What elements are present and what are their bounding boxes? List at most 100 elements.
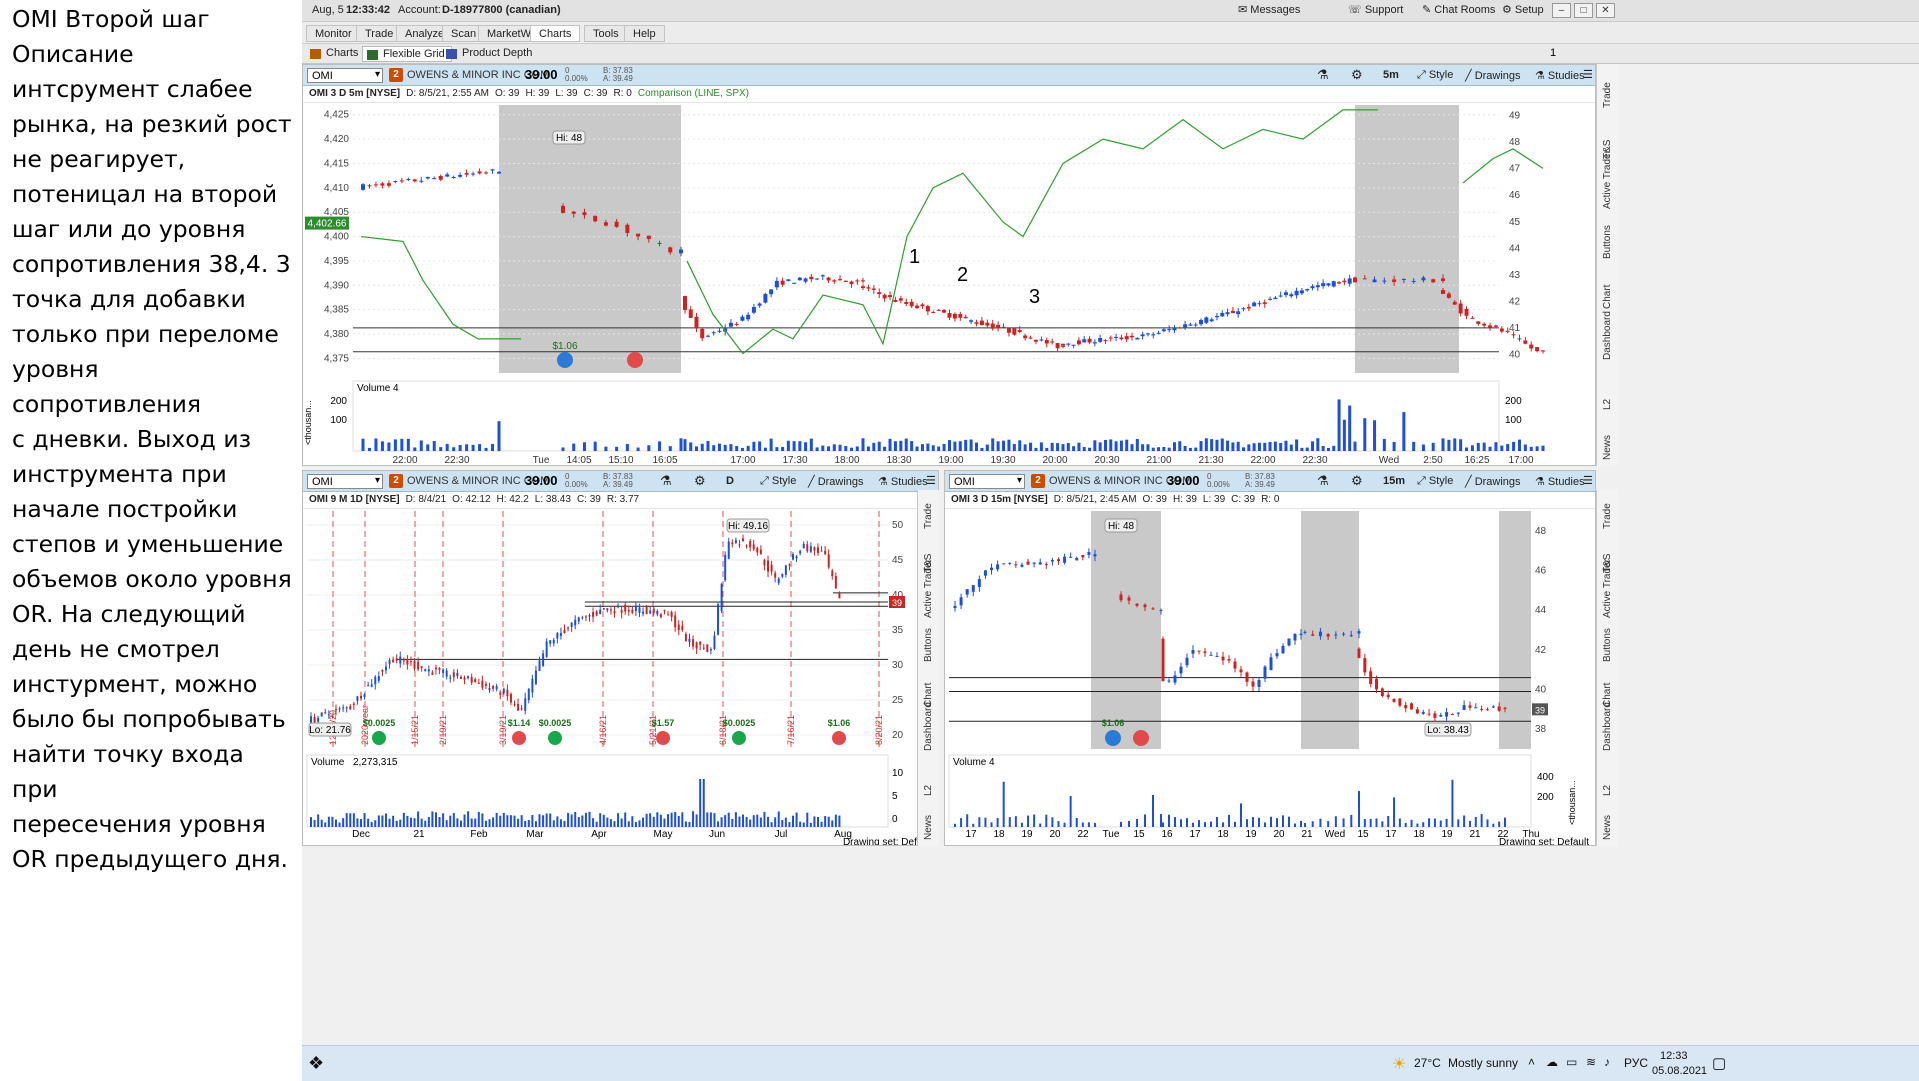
close-icon[interactable]: ✕ [1596, 3, 1615, 18]
daily-chart-svg[interactable]: 5045403530252012/18/202020 year1/15/212/… [303, 509, 939, 846]
event-icon[interactable] [732, 731, 746, 745]
side-tab-l2[interactable]: L2 [923, 784, 934, 795]
symbol-selector[interactable]: OMI [307, 474, 383, 489]
minimize-icon[interactable]: – [1552, 3, 1571, 18]
style-button[interactable]: ⤢ Style [1417, 69, 1453, 82]
link-badge[interactable]: 2 [1031, 474, 1045, 488]
candle [367, 185, 372, 187]
subtab-product-depth[interactable]: Product Depth [442, 46, 538, 62]
event-icon[interactable] [832, 731, 846, 745]
side-tab-trade[interactable]: Trade [1602, 503, 1613, 529]
event-icon[interactable] [548, 731, 562, 745]
studies-button[interactable]: ⚗ Studies [1535, 475, 1585, 488]
cloud-icon[interactable]: ☁ [1546, 1055, 1558, 1069]
top-chart-svg[interactable]: 4,425 4,420 4,415 4,410 4,405 4,400 4,395 4,390… [303, 103, 1596, 466]
clock-time[interactable]: 12:33 [1660, 1050, 1688, 1062]
messages-button[interactable]: ✉ Messages [1238, 3, 1300, 19]
volume-icon[interactable]: ♪ [1604, 1055, 1610, 1069]
gear-icon[interactable]: ⚙ [1351, 473, 1363, 489]
candle [1541, 350, 1545, 352]
side-tab-dashboard[interactable]: Dashboard [923, 702, 934, 751]
volume-bar [1215, 439, 1219, 451]
menu-help[interactable]: Help [624, 25, 665, 42]
side-tab-buttons[interactable]: Buttons [1602, 225, 1613, 259]
side-tab-buttons[interactable]: Buttons [923, 628, 934, 662]
wifi-icon[interactable]: ≋ [1586, 1055, 1596, 1069]
side-tab-l2[interactable]: L2 [1602, 399, 1613, 410]
support-button[interactable]: ☏ Support [1348, 3, 1403, 19]
menu-monitor[interactable]: Monitor [306, 25, 361, 42]
volume-bar [1295, 439, 1299, 451]
drawings-button[interactable]: ╱ Drawings [1465, 69, 1521, 82]
style-button[interactable]: ⤢ Style [1417, 475, 1453, 488]
15m-chart-svg[interactable]: 48 46 44 42 40 38 Hi: 48 Lo: 38.43 39 $1.06 Volume… [945, 509, 1596, 846]
right-axis-tick: 45 [1509, 217, 1521, 228]
link-badge[interactable]: 2 [389, 68, 403, 82]
menu-icon[interactable]: ☰ [1583, 68, 1593, 81]
symbol-selector[interactable]: OMI [307, 68, 383, 83]
account-id[interactable]: D-18977800 (canadian) [442, 4, 561, 16]
setup-button[interactable]: ⚙ Setup [1502, 3, 1544, 19]
chat-rooms-button[interactable]: ✎ Chat Rooms [1422, 3, 1495, 19]
period-selector[interactable]: D [726, 475, 734, 487]
time-tick: 20:30 [1094, 455, 1119, 466]
studies-button[interactable]: ⚗ Studies [1535, 69, 1585, 82]
drawings-button[interactable]: ╱ Drawings [808, 475, 864, 488]
clock-date[interactable]: 05.08.2021 [1652, 1065, 1707, 1077]
maximize-icon[interactable]: □ [1574, 3, 1593, 18]
drawing-set[interactable]: Drawing set: Default [1499, 837, 1589, 846]
period-selector[interactable]: 15m [1383, 475, 1405, 487]
side-tab-news[interactable]: News [1602, 815, 1613, 840]
menu-icon[interactable]: ☰ [1583, 474, 1593, 487]
flask-icon[interactable]: ⚗ [660, 473, 672, 489]
battery-icon[interactable]: ▭ [1566, 1055, 1577, 1069]
event-icon[interactable] [512, 731, 526, 745]
earnings-icon[interactable] [1133, 730, 1149, 746]
drawings-button[interactable]: ╱ Drawings [1465, 475, 1521, 488]
menu-icon[interactable]: ☰ [926, 474, 936, 487]
side-tab-active-trader[interactable]: Active Trader [1602, 150, 1613, 209]
period-selector[interactable]: 5m [1383, 69, 1399, 81]
candle [488, 688, 491, 691]
event-icon[interactable] [372, 731, 386, 745]
subtab-flexible-grid[interactable]: Flexible Grid [362, 46, 452, 62]
candle [324, 712, 327, 714]
side-tab-news[interactable]: News [1602, 435, 1613, 460]
language-indicator[interactable]: РУС [1624, 1056, 1648, 1070]
style-button[interactable]: ⤢ Style [760, 475, 796, 488]
side-tab-dashboard[interactable]: Dashboard [1602, 311, 1613, 360]
side-tab-l2[interactable]: L2 [1602, 784, 1613, 795]
side-tab-trade[interactable]: Trade [923, 503, 934, 529]
side-tab-active-trader[interactable]: Active Trader [923, 559, 934, 618]
weather-text[interactable]: Mostly sunny [1448, 1056, 1518, 1070]
side-tab-news[interactable]: News [923, 815, 934, 840]
gear-icon[interactable]: ⚙ [694, 473, 706, 489]
symbol-selector[interactable]: OMI [949, 474, 1025, 489]
notifications-icon[interactable]: ▢ [1712, 1054, 1726, 1072]
dividend-icon[interactable] [1105, 730, 1121, 746]
candle [559, 632, 562, 637]
flask-icon[interactable]: ⚗ [1317, 473, 1329, 489]
side-tab-dashboard[interactable]: Dashboard [1602, 702, 1613, 751]
thinkorswim-app-icon[interactable]: ❖ [308, 1053, 324, 1074]
volume-bar [1523, 444, 1527, 451]
drawing-set[interactable]: Drawing set: Default [1499, 465, 1589, 466]
menu-charts[interactable]: Charts [530, 25, 581, 42]
candle [1318, 631, 1322, 637]
side-tab-trade[interactable]: Trade [1602, 82, 1613, 108]
studies-button[interactable]: ⚗ Studies [878, 475, 928, 488]
subtab-charts[interactable]: Charts [306, 46, 364, 62]
side-tab-active-trader[interactable]: Active Trader [1602, 559, 1613, 618]
side-tab-chart[interactable]: Chart [1602, 285, 1613, 309]
volume-bar [388, 818, 391, 827]
tray-chevron-icon[interactable]: ˄ [1528, 1055, 1535, 1069]
gear-icon[interactable]: ⚙ [1351, 67, 1363, 83]
flask-icon[interactable]: ⚗ [1317, 67, 1329, 83]
event-icon[interactable] [656, 731, 670, 745]
menu-tools[interactable]: Tools [584, 25, 628, 42]
side-tab-buttons[interactable]: Buttons [1602, 628, 1613, 662]
candle [490, 169, 495, 171]
link-badge[interactable]: 2 [389, 474, 403, 488]
earnings-icon[interactable] [627, 352, 643, 368]
dividend-icon[interactable] [557, 352, 573, 368]
